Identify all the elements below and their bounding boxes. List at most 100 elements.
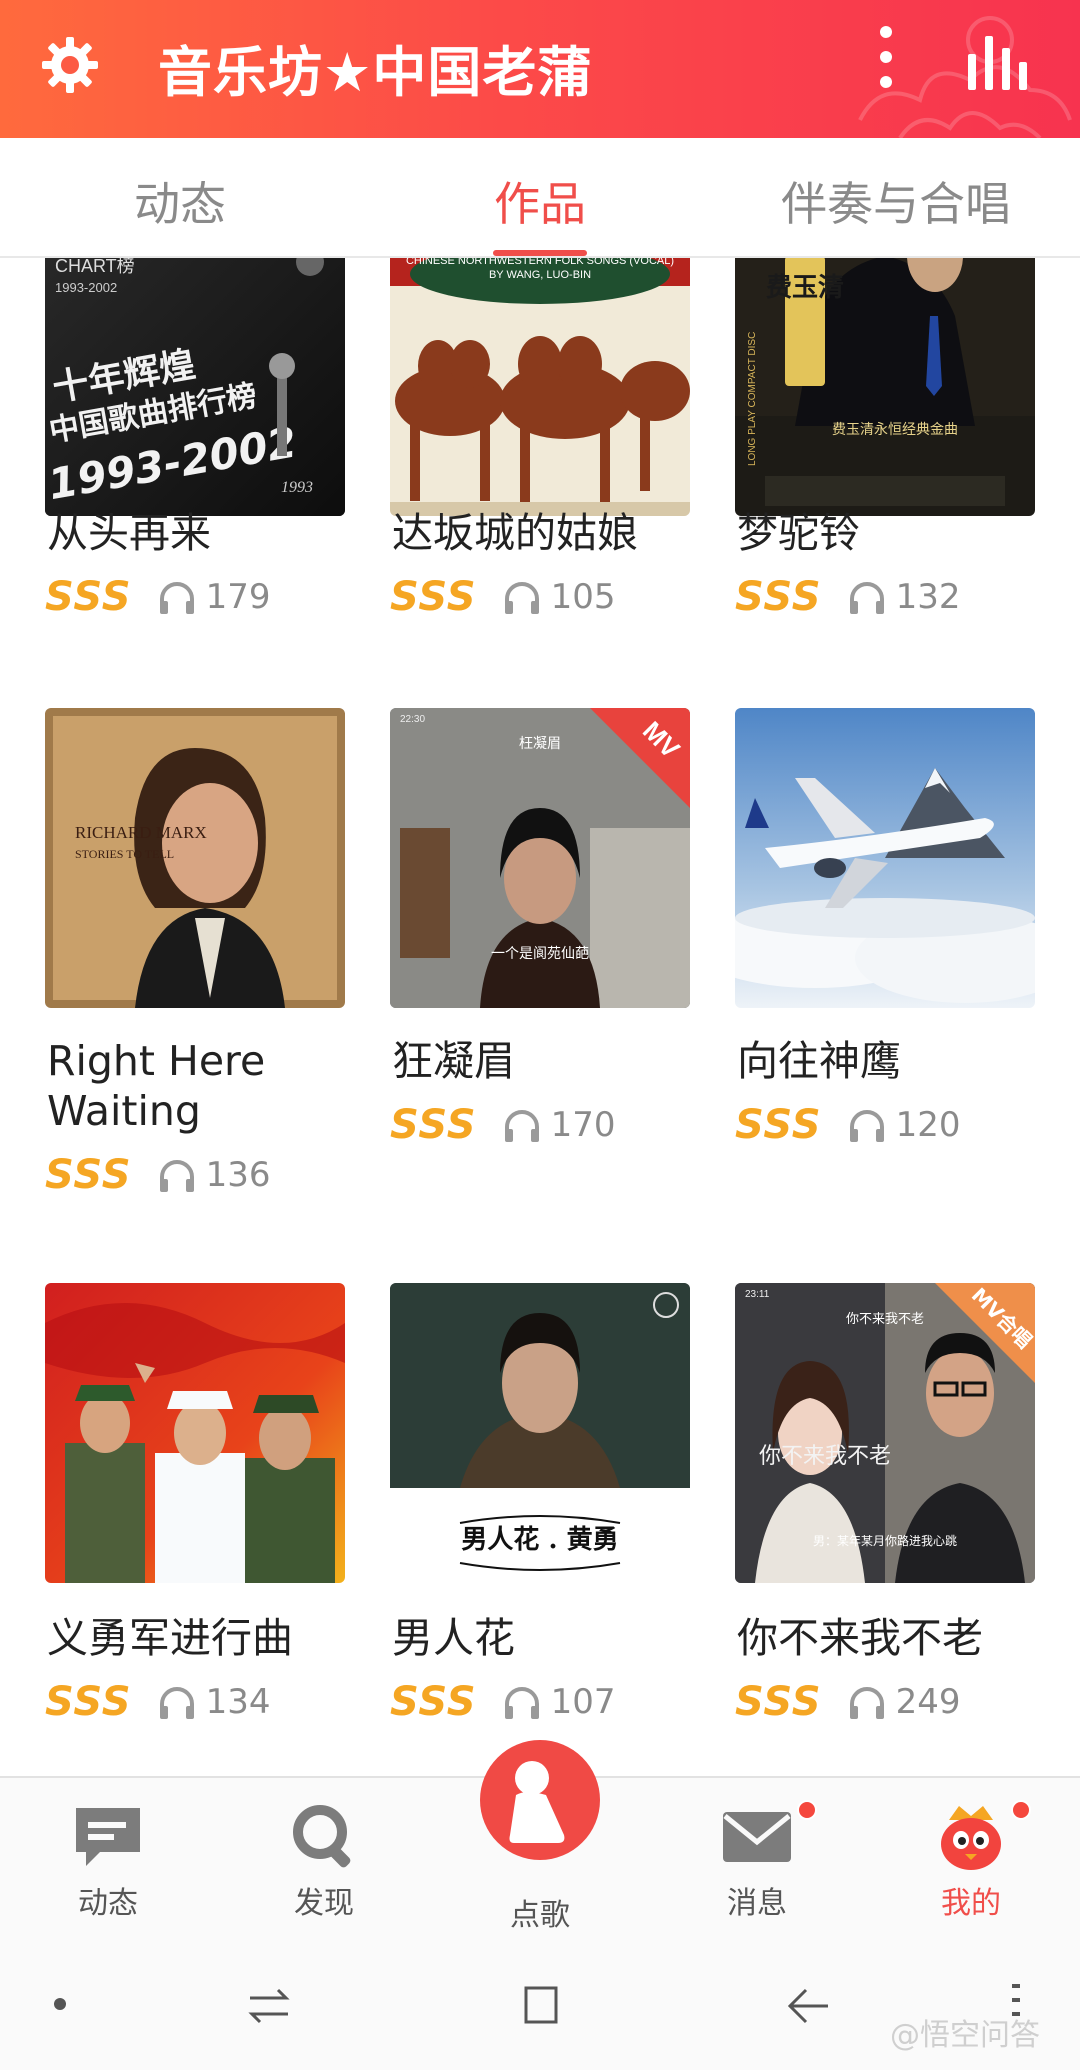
more-vertical-icon[interactable] <box>872 26 900 92</box>
notification-dot <box>797 1800 817 1820</box>
mascot-icon <box>941 1806 1001 1870</box>
cover-text: 1993 <box>281 479 313 496</box>
cover-text: 你不来我不老 <box>846 1312 924 1327</box>
app-header: 音乐坊★中国老蒲 <box>0 0 1080 138</box>
headphones-icon <box>849 1687 884 1719</box>
song-title[interactable]: 向往神鹰 <box>737 1036 1047 1086</box>
chat-bubble-icon <box>76 1808 140 1866</box>
headphones-icon <box>159 582 194 614</box>
headphones-icon <box>849 582 884 614</box>
headphones-icon <box>504 1687 539 1719</box>
song-title[interactable]: Right Here Waiting <box>47 1036 357 1136</box>
headphones-icon <box>159 1687 194 1719</box>
nav-label: 消息 <box>727 1886 787 1921</box>
album-cover[interactable]: RICHARD MARX STORIES TO TELL <box>45 708 345 1008</box>
album-cover[interactable] <box>735 708 1035 1008</box>
tab-works[interactable]: 作品 <box>494 168 586 234</box>
headphones-icon <box>849 1110 884 1142</box>
notification-dot <box>1011 1800 1031 1820</box>
album-cover[interactable]: 22:30 枉凝眉 一个是阆苑仙葩 MV <box>390 708 690 1008</box>
nav-label: 发现 <box>294 1886 354 1921</box>
cover-text: 男人花 . 黄勇 <box>461 1525 618 1555</box>
nav-label: 点歌 <box>510 1898 570 1933</box>
tab-accompaniment-chorus[interactable]: 伴奏与合唱 <box>781 168 1011 234</box>
tab-bar: 动态 作品 伴奏与合唱 <box>0 138 1080 258</box>
song-stats: SSS 249 <box>735 1677 960 1727</box>
microphone-icon <box>509 1761 565 1843</box>
song-stats: SSS 107 <box>390 1677 615 1727</box>
song-title[interactable]: 狂凝眉 <box>392 1036 702 1086</box>
nav-messages[interactable]: 消息 <box>687 1802 827 1922</box>
song-title[interactable]: 梦驼铃 <box>737 508 1047 558</box>
play-count: 134 <box>205 1682 271 1722</box>
equalizer-icon[interactable] <box>966 34 1032 90</box>
nav-mine[interactable]: 我的 <box>901 1802 1041 1922</box>
grade-badge: SSS <box>45 574 132 620</box>
album-cover[interactable] <box>45 1283 345 1583</box>
grade-badge: SSS <box>45 1152 132 1198</box>
tab-activity[interactable]: 动态 <box>134 168 226 234</box>
cover-text: 费玉清 <box>766 273 844 303</box>
play-count: 136 <box>205 1155 271 1195</box>
song-stats: SSS 134 <box>45 1677 270 1727</box>
back-icon[interactable] <box>786 1984 832 2028</box>
album-cover[interactable]: CHINESE NORTHWESTERN FOLK SONGS (VOCAL) … <box>390 258 690 516</box>
grade-badge: SSS <box>735 1679 822 1725</box>
play-count: 105 <box>550 577 616 617</box>
grade-badge: SSS <box>390 574 477 620</box>
cover-text: STORIES TO TELL <box>75 847 174 861</box>
nav-label: 我的 <box>941 1886 1001 1921</box>
song-stats: SSS 170 <box>390 1100 615 1150</box>
song-title[interactable]: 你不来我不老 <box>737 1613 1047 1663</box>
app-title: 音乐坊★中国老蒲 <box>158 41 593 104</box>
cover-text: 一个是阆苑仙葩 <box>491 946 589 962</box>
dot-icon[interactable] <box>54 1998 66 2010</box>
cover-text: BY WANG, LUO-BIN <box>489 269 591 281</box>
works-grid: CHART榜 1993-2002 十年辉煌 中国歌曲排行榜 1993-2002 … <box>0 258 1080 1776</box>
album-cover[interactable]: 23:11 你不来我不老 你不来我不老 男：某年某月你路进我心跳 MV合唱 <box>735 1283 1035 1583</box>
nav-activity[interactable]: 动态 <box>38 1802 178 1922</box>
cover-text: RICHARD MARX <box>75 823 207 842</box>
home-icon[interactable] <box>520 1984 562 2026</box>
grade-badge: SSS <box>390 1679 477 1725</box>
watermark-text: @悟空问答 <box>890 2018 1040 2053</box>
song-title[interactable]: 达坂城的姑娘 <box>392 508 702 558</box>
album-cover[interactable]: CHART榜 1993-2002 十年辉煌 中国歌曲排行榜 1993-2002 … <box>45 258 345 516</box>
play-count: 179 <box>205 577 271 617</box>
album-cover[interactable]: 男人花 . 黄勇 <box>390 1283 690 1583</box>
request-song-button[interactable] <box>480 1740 600 1860</box>
song-title[interactable]: 义勇军进行曲 <box>47 1613 357 1663</box>
grade-badge: SSS <box>390 1102 477 1148</box>
nav-label: 动态 <box>78 1886 138 1921</box>
cover-text: 费玉清永恒经典金曲 <box>832 422 958 438</box>
cover-text: 枉凝眉 <box>519 736 561 752</box>
cover-text: 你不来我不老 <box>759 1444 891 1469</box>
play-count: 249 <box>895 1682 961 1722</box>
cover-text: LONG PLAY COMPACT DISC <box>747 332 758 466</box>
envelope-icon <box>723 1812 791 1862</box>
cover-text: CHART榜 <box>55 258 135 276</box>
play-count: 120 <box>895 1105 961 1145</box>
album-cover[interactable]: 费玉清 LONG PLAY COMPACT DISC 费玉清永恒经典金曲 <box>735 258 1035 516</box>
cover-text: 男：某年某月你路进我心跳 <box>813 1533 957 1548</box>
search-icon <box>293 1805 351 1868</box>
recent-apps-icon[interactable] <box>246 1986 292 2026</box>
song-stats: SSS 105 <box>390 572 615 622</box>
song-title[interactable]: 男人花 <box>392 1613 702 1663</box>
song-stats: SSS 179 <box>45 572 270 622</box>
headphones-icon <box>159 1160 194 1192</box>
gear-icon[interactable] <box>40 35 100 95</box>
active-tab-indicator <box>493 250 587 256</box>
headphones-icon <box>504 1110 539 1142</box>
song-stats: SSS 120 <box>735 1100 960 1150</box>
song-title[interactable]: 从头再来 <box>47 508 357 558</box>
play-count: 170 <box>550 1105 616 1145</box>
grade-badge: SSS <box>735 574 822 620</box>
song-stats: SSS 136 <box>45 1150 270 1200</box>
play-count: 132 <box>895 577 961 617</box>
nav-discover[interactable]: 发现 <box>254 1802 394 1922</box>
song-stats: SSS 132 <box>735 572 960 622</box>
cover-text: 23:11 <box>745 1289 770 1300</box>
play-count: 107 <box>550 1682 616 1722</box>
cover-text: 1993-2002 <box>55 280 117 295</box>
